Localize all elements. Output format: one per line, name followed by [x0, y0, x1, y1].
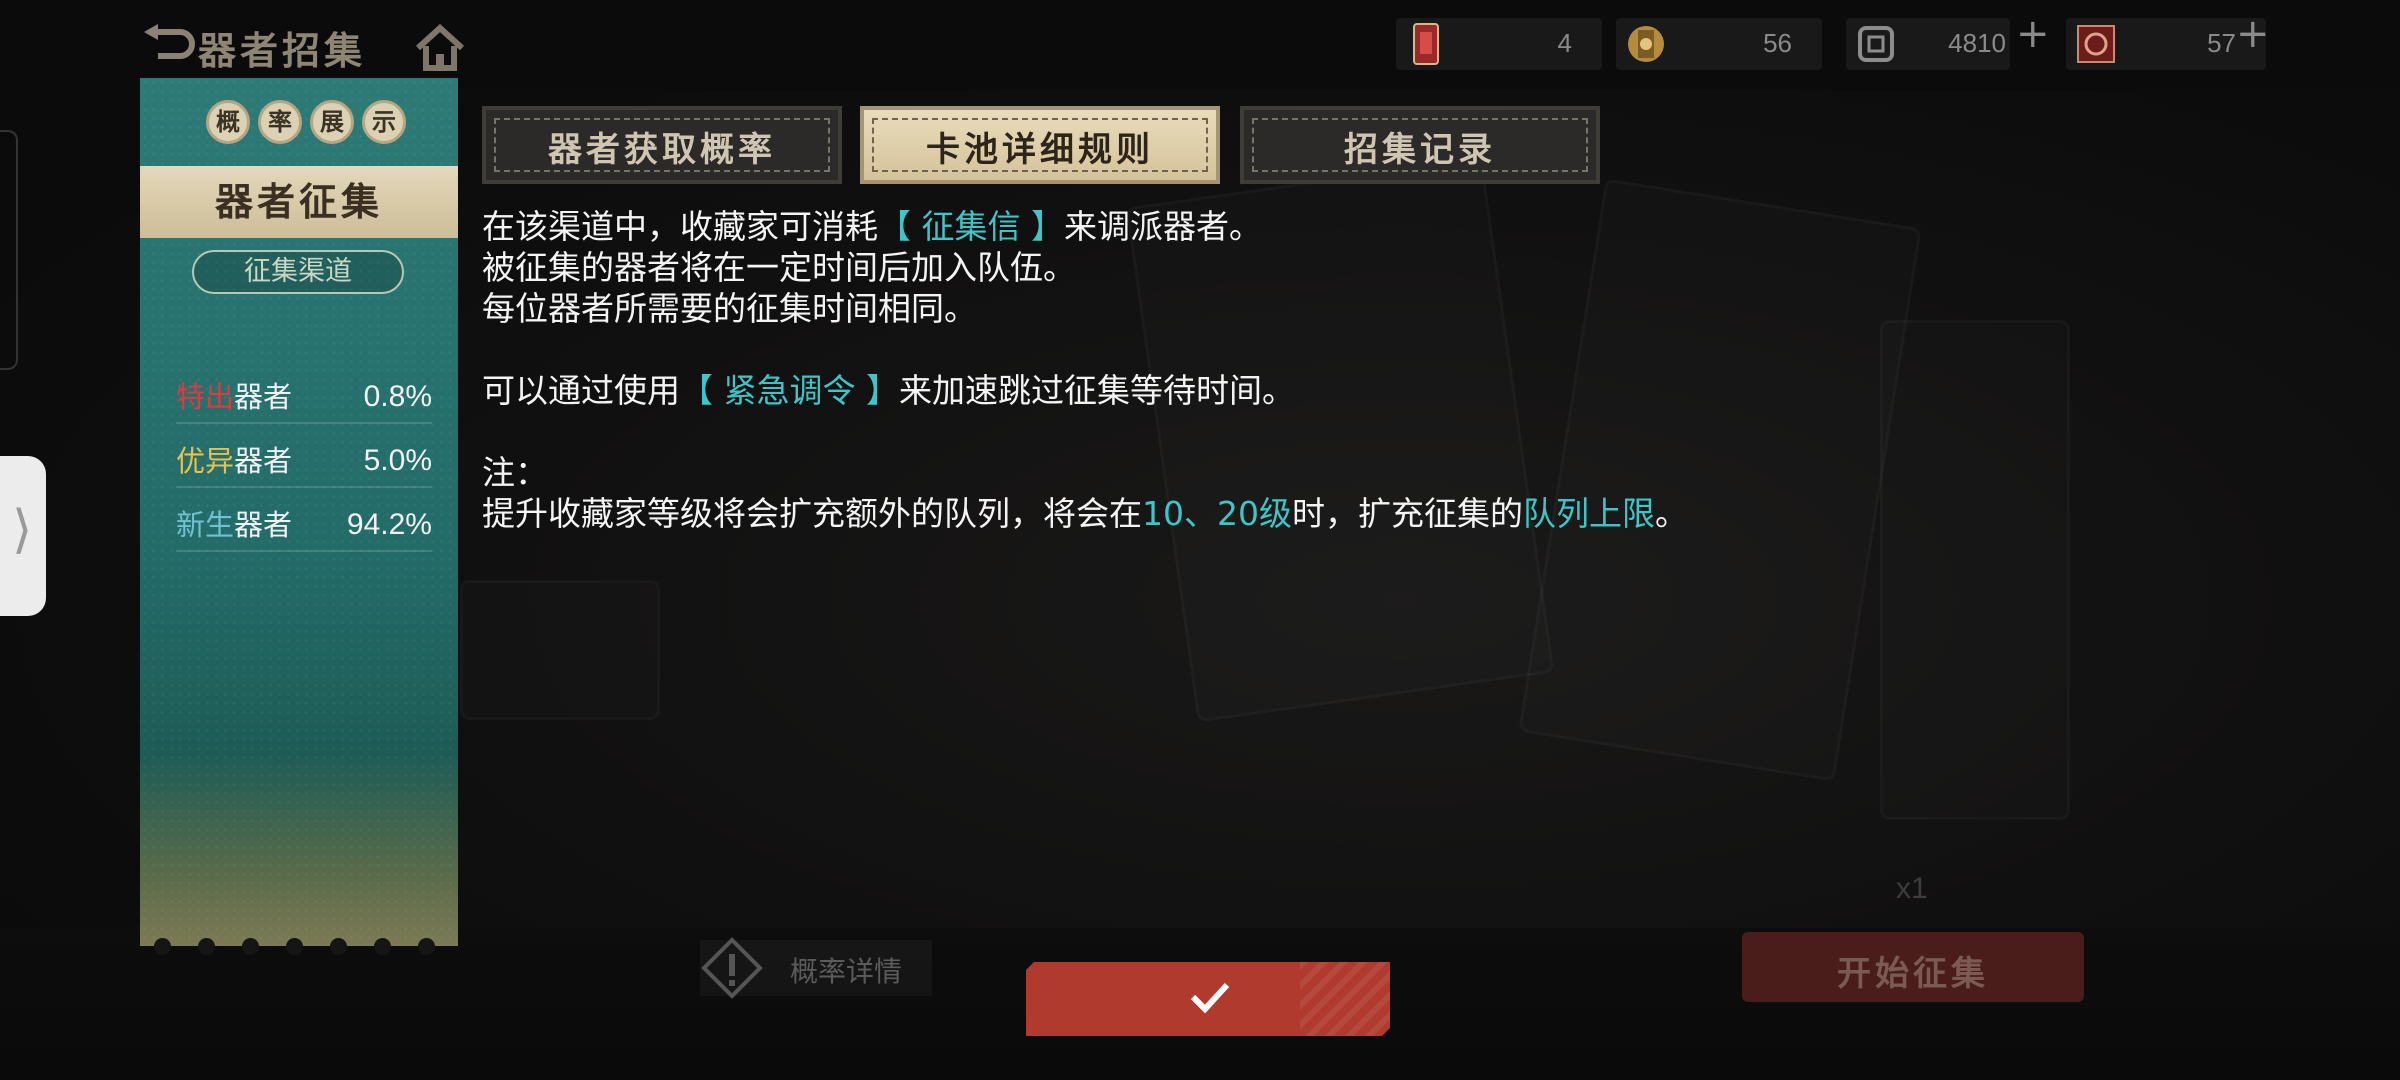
tab-label: 器者获取概率 — [548, 130, 776, 170]
probability-detail-button[interactable]: 概率详情 — [700, 937, 932, 999]
ticket-counter: x1 — [1896, 872, 1928, 905]
page-title: 器者招集 — [198, 28, 367, 73]
rate-value: 5.0% — [363, 444, 432, 477]
tab-label: 卡池详细规则 — [926, 130, 1154, 170]
resource-ticket: 4 — [1396, 18, 1602, 70]
quality-suffix: 器者 — [234, 380, 293, 414]
tab-acquire-probability[interactable]: 器者获取概率 — [482, 106, 842, 184]
back-icon[interactable] — [140, 24, 196, 68]
rate-row: 新生器者 94.2% — [176, 502, 432, 552]
rate-value: 0.8% — [363, 380, 432, 413]
rule-line: 每位器者所需要的征集时间相同。 — [482, 289, 977, 328]
tab-recruit-records[interactable]: 招集记录 — [1240, 106, 1600, 184]
add-seal-button[interactable]: + — [2236, 14, 2270, 54]
rule-line: 可以通过使用【 紧急调令 】来加速跳过征集等待时间。 — [482, 371, 1295, 410]
add-scroll-button[interactable]: + — [2016, 14, 2050, 54]
rule-line: 提升收藏家等级将会扩充额外的队列，将会在10、20级时，扩充征集的队列上限。 — [482, 494, 1688, 533]
detail-label: 概率详情 — [790, 955, 903, 988]
expand-handle[interactable]: ⟩ — [0, 456, 46, 616]
ticket-icon — [1402, 20, 1450, 68]
resource-value: 4 — [1557, 28, 1572, 58]
probability-panel: 概 率 展 示 器者征集 征集渠道 特出器者 0.8% 优异器者 5.0% 新生… — [140, 78, 458, 955]
rate-row: 特出器者 0.8% — [176, 374, 432, 424]
highlight-queue-limit: 队列上限 — [1522, 494, 1655, 533]
checkmark-icon — [1190, 980, 1230, 1014]
home-icon[interactable] — [412, 23, 468, 72]
quality-suffix: 器者 — [234, 508, 293, 542]
scroll-icon — [1852, 20, 1900, 68]
seal-icon — [2072, 20, 2120, 68]
channel-pill: 征集渠道 — [192, 250, 404, 294]
gold-coin-icon — [1622, 20, 1670, 68]
header-char: 示 — [362, 100, 406, 144]
tab-pool-rules[interactable]: 卡池详细规则 — [860, 106, 1220, 184]
highlight-item: 【 紧急调令 】 — [680, 371, 899, 410]
rate-value: 94.2% — [346, 508, 432, 541]
header-char: 率 — [258, 100, 302, 144]
resource-value: 57 — [2207, 28, 2236, 58]
header-char: 概 — [206, 100, 250, 144]
confirm-button[interactable] — [1026, 962, 1390, 1036]
header-char: 展 — [310, 100, 354, 144]
probability-display-header[interactable]: 概 率 展 示 — [206, 100, 406, 144]
quality-label: 新生 — [176, 508, 235, 542]
quality-suffix: 器者 — [234, 444, 293, 478]
resource-gold: 56 — [1616, 18, 1822, 70]
rule-line: 被征集的器者将在一定时间后加入队伍。 — [482, 248, 1076, 287]
warning-icon — [700, 936, 764, 1000]
highlight-item: 【 征集信 】 — [878, 207, 1064, 246]
resource-value: 4810 — [1948, 28, 2006, 58]
highlight-levels: 10、20级 — [1142, 494, 1292, 533]
rate-row: 优异器者 5.0% — [176, 438, 432, 488]
rule-line: 在该渠道中，收藏家可消耗【 征集信 】来调派器者。 — [482, 207, 1262, 246]
top-bar: 器者招集 4 56 4810 + 57 + — [0, 0, 2400, 90]
start-label: 开始征集 — [1837, 954, 1989, 994]
start-recruit-button[interactable]: 开始征集 — [1742, 932, 2084, 1002]
resource-value: 56 — [1763, 28, 1792, 58]
panel-edge-dots — [154, 929, 435, 955]
resource-scroll: 4810 — [1846, 18, 2010, 70]
tab-label: 招集记录 — [1344, 130, 1496, 170]
quality-label: 优异 — [176, 444, 235, 478]
rule-note-label: 注： — [482, 453, 548, 492]
side-edge — [0, 130, 18, 370]
quality-label: 特出 — [176, 380, 235, 414]
rules-text: 在该渠道中，收藏家可消耗【 征集信 】来调派器者。 被征集的器者将在一定时间后加… — [482, 206, 2142, 534]
pool-banner: 器者征集 — [140, 166, 458, 238]
chevron-right-icon: ⟩ — [12, 500, 33, 560]
